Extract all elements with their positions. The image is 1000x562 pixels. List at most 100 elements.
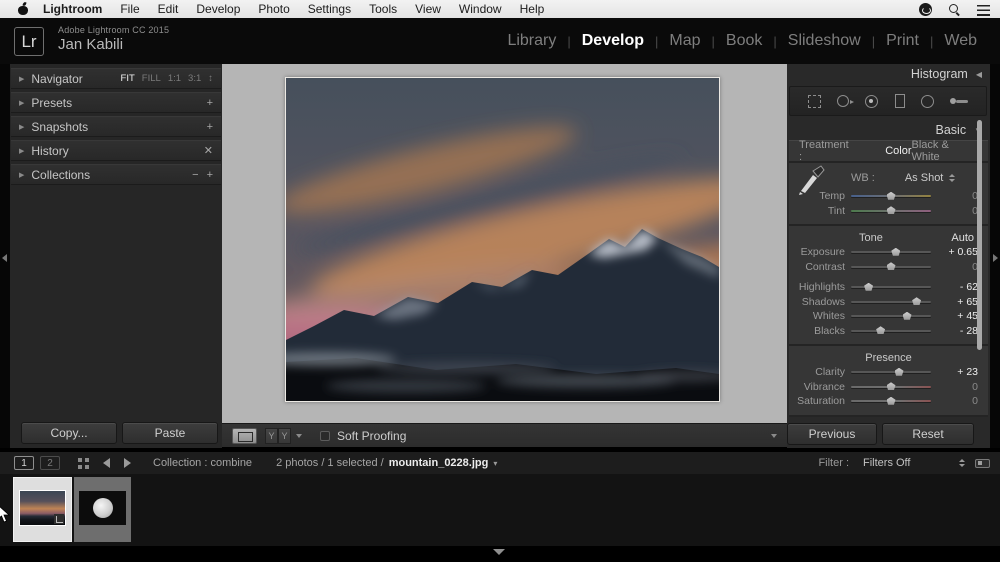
search-icon[interactable] [948, 3, 961, 16]
slider-thumb[interactable] [887, 206, 896, 214]
slider-value[interactable]: + 23 [940, 366, 978, 378]
menu-app-name[interactable]: Lightroom [43, 2, 102, 16]
before-after-left-icon[interactable]: Y [265, 428, 278, 444]
menu-develop[interactable]: Develop [196, 2, 240, 16]
slider-value[interactable]: 0 [940, 190, 978, 202]
menu-settings[interactable]: Settings [308, 2, 351, 16]
slider-track[interactable] [851, 210, 931, 212]
disclosure-triangle-icon[interactable]: ▶ [19, 123, 24, 131]
zoom-fit[interactable]: FIT [121, 73, 135, 84]
slider-track[interactable] [851, 315, 931, 317]
next-photo-icon[interactable] [124, 458, 131, 468]
paste-button[interactable]: Paste [122, 422, 218, 444]
radial-filter-icon[interactable] [921, 95, 934, 108]
panel-scrollbar[interactable] [977, 120, 982, 350]
module-develop[interactable]: Develop [571, 32, 655, 50]
treatment-bw-option[interactable]: Black & White [912, 139, 978, 163]
auto-tone-button[interactable]: Auto [951, 232, 974, 244]
previous-button[interactable]: Previous [787, 423, 877, 445]
disclosure-triangle-icon[interactable]: ▶ [19, 75, 24, 83]
clear-history-icon[interactable]: ✕ [204, 144, 213, 157]
slider-value[interactable]: - 28 [940, 325, 978, 337]
panel-collections[interactable]: ▶ Collections − + [11, 164, 221, 185]
panel-navigator[interactable]: ▶ Navigator FIT FILL 1:1 3:1 ↕ [11, 68, 221, 89]
right-panel-collapse-strip[interactable] [990, 64, 1000, 448]
slider-track[interactable] [851, 330, 931, 332]
moon-thumbnail-image[interactable] [79, 491, 126, 525]
slider-track[interactable] [851, 400, 931, 402]
module-map[interactable]: Map [658, 32, 711, 50]
module-print[interactable]: Print [875, 32, 930, 50]
copy-button[interactable]: Copy... [21, 422, 117, 444]
slider-thumb[interactable] [891, 248, 900, 256]
crop-overlay-icon[interactable] [808, 95, 821, 108]
zoom-3-1[interactable]: 3:1 [188, 73, 201, 84]
slider-track[interactable] [851, 251, 931, 253]
panel-snapshots[interactable]: ▶ Snapshots + [11, 116, 221, 137]
loupe-view-icon[interactable] [232, 428, 257, 444]
second-window-button[interactable]: 2 [40, 456, 60, 470]
filter-toggle-icon[interactable] [975, 459, 990, 468]
wb-preset-select[interactable]: As Shot [905, 172, 944, 184]
filter-updown-icon[interactable] [959, 459, 965, 467]
slider-thumb[interactable] [887, 192, 896, 200]
module-library[interactable]: Library [496, 32, 567, 50]
histogram-panel-header[interactable]: Histogram ◀ [787, 64, 990, 84]
disclosure-triangle-icon[interactable]: ▶ [19, 171, 24, 179]
panel-history[interactable]: ▶ History ✕ [11, 140, 221, 161]
graduated-filter-icon[interactable] [895, 94, 905, 108]
slider-track[interactable] [851, 195, 931, 197]
zoom-updown-icon[interactable]: ↕ [208, 73, 213, 84]
mountain-thumbnail-image[interactable] [19, 490, 66, 526]
zoom-1-1[interactable]: 1:1 [168, 73, 181, 84]
slider-value[interactable]: + 45 [940, 310, 978, 322]
filmstrip-thumbnail-selected[interactable] [13, 477, 72, 542]
menu-photo[interactable]: Photo [258, 2, 289, 16]
menu-view[interactable]: View [415, 2, 441, 16]
histogram-collapse-icon[interactable]: ◀ [976, 70, 982, 79]
reset-button[interactable]: Reset [882, 423, 974, 445]
slider-thumb[interactable] [895, 368, 904, 376]
add-snapshot-icon[interactable]: + [207, 121, 213, 133]
zoom-fill[interactable]: FILL [142, 73, 161, 84]
apple-menu-icon[interactable] [18, 3, 29, 15]
filter-select[interactable]: Filters Off [863, 457, 953, 469]
slider-thumb[interactable] [887, 397, 896, 405]
menu-help[interactable]: Help [520, 2, 545, 16]
collapse-left-arrow-icon[interactable] [2, 254, 7, 262]
filmstrip-collapse-icon[interactable] [493, 549, 505, 555]
creative-cloud-icon[interactable] [919, 3, 932, 16]
slider-track[interactable] [851, 266, 931, 268]
add-preset-icon[interactable]: + [207, 97, 213, 109]
main-window-button[interactable]: 1 [14, 456, 34, 470]
menu-tools[interactable]: Tools [369, 2, 397, 16]
remove-collection-icon[interactable]: − [192, 169, 198, 181]
source-indicator[interactable]: Collection : combine [153, 457, 252, 469]
module-book[interactable]: Book [715, 32, 773, 50]
grid-view-icon[interactable] [78, 458, 89, 469]
soft-proofing-checkbox[interactable] [320, 431, 330, 441]
slider-thumb[interactable] [903, 312, 912, 320]
panel-presets[interactable]: ▶ Presets + [11, 92, 221, 113]
slider-thumb[interactable] [876, 326, 885, 334]
edited-badge-icon[interactable] [54, 514, 64, 524]
toolbar-options-dropdown-icon[interactable] [771, 434, 777, 438]
adjustment-brush-icon[interactable] [950, 96, 968, 106]
filmstrip-thumbnail[interactable] [74, 477, 131, 542]
slider-thumb[interactable] [887, 382, 896, 390]
disclosure-triangle-icon[interactable]: ▶ [19, 99, 24, 107]
add-collection-icon[interactable]: + [207, 169, 213, 181]
slider-value[interactable]: - 62 [940, 281, 978, 293]
wb-preset-updown-icon[interactable] [949, 174, 955, 182]
slider-track[interactable] [851, 301, 931, 303]
treatment-color-option[interactable]: Color [885, 145, 911, 157]
selected-filename[interactable]: mountain_0228.jpg [389, 457, 489, 469]
source-dropdown-icon[interactable]: ▾ [493, 459, 497, 468]
module-web[interactable]: Web [933, 32, 988, 50]
slider-value[interactable]: + 0.65 [940, 246, 978, 258]
main-photo[interactable] [285, 77, 720, 402]
slider-track[interactable] [851, 371, 931, 373]
left-panel-collapse-strip[interactable] [0, 64, 10, 448]
slider-value[interactable]: 0 [940, 395, 978, 407]
before-after-dropdown-icon[interactable] [296, 434, 302, 438]
